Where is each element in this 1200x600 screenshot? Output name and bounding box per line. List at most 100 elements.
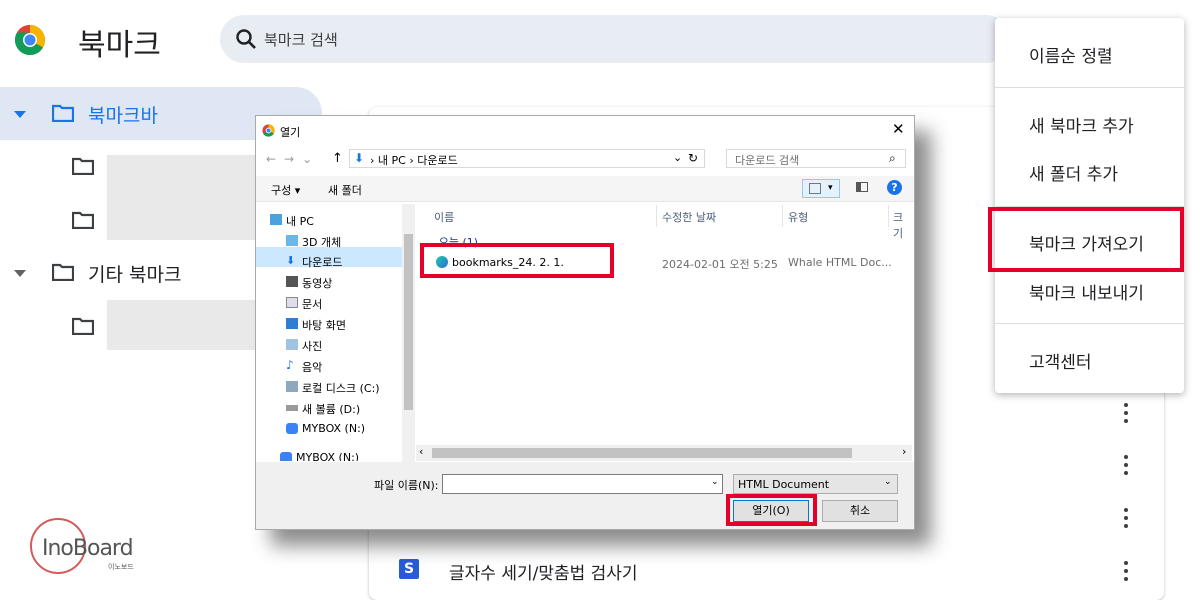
highlight-box xyxy=(988,207,1184,272)
mybox-icon xyxy=(280,452,292,461)
nav-desktop[interactable]: 바탕 화면 xyxy=(286,317,346,333)
breadcrumb-downloads[interactable]: 다운로드 xyxy=(417,154,457,167)
menu-item-add-bookmark[interactable]: 새 북마크 추가 xyxy=(1029,112,1134,137)
desktop-icon xyxy=(286,318,298,329)
column-date[interactable]: 수정한 날짜 xyxy=(662,209,716,225)
horizontal-scrollbar[interactable]: ‹ › xyxy=(416,445,912,461)
search-icon xyxy=(236,29,256,49)
nav-buttons[interactable]: ←→⌄ xyxy=(266,152,320,166)
chevron-down-icon[interactable]: ⌄ xyxy=(673,151,682,164)
filename-label: 파일 이름(N): xyxy=(374,479,439,492)
menu-item-export-bookmarks[interactable]: 북마크 내보내기 xyxy=(1029,279,1144,304)
download-icon: ⬇ xyxy=(286,254,296,267)
redacted-folder-names xyxy=(107,155,267,240)
view-list-icon xyxy=(809,183,821,194)
search-placeholder: 다운로드 검색 xyxy=(735,154,800,167)
folder-icon xyxy=(72,211,94,229)
download-icon: ⬇ xyxy=(354,151,365,165)
help-icon[interactable]: ? xyxy=(887,180,902,195)
refresh-icon[interactable]: ↻ xyxy=(688,151,698,165)
drive-icon xyxy=(286,381,298,392)
cancel-button[interactable]: 취소 xyxy=(822,500,898,522)
chrome-logo-icon xyxy=(14,24,46,56)
redacted-folder-names xyxy=(107,300,267,350)
more-vert-icon[interactable] xyxy=(1124,455,1128,475)
document-icon xyxy=(286,297,298,308)
breadcrumb: › 내 PC › 다운로드 xyxy=(370,154,458,167)
expand-arrow-icon[interactable] xyxy=(14,111,26,118)
search-placeholder: 북마크 검색 xyxy=(264,31,338,49)
chevron-down-icon: ⌄ xyxy=(884,477,892,487)
menu-item-add-folder[interactable]: 새 폴더 추가 xyxy=(1029,160,1118,185)
navigation-pane: 내 PC 3D 개체 ⬇ 다운로드 동영상 문서 바탕 화면 사진 ♪ 음악 로컬 … xyxy=(256,204,416,461)
folder-icon xyxy=(72,157,94,175)
cube-icon xyxy=(286,235,298,246)
column-divider xyxy=(656,205,657,227)
nav-mybox-n[interactable]: MYBOX (N:) xyxy=(286,422,365,435)
chevron-right-icon[interactable]: › xyxy=(902,445,906,458)
drive-icon xyxy=(286,405,298,411)
filetype-select[interactable]: HTML Document ⌄ xyxy=(733,474,898,494)
page-title: 북마크 xyxy=(78,28,161,63)
column-name[interactable]: 이름 xyxy=(434,209,454,225)
scrollbar-thumb[interactable] xyxy=(432,448,852,458)
folder-icon xyxy=(52,104,74,122)
nav-downloads[interactable]: ⬇ 다운로드 xyxy=(286,254,342,270)
more-vert-icon[interactable] xyxy=(1124,561,1128,581)
folder-search-input[interactable]: 다운로드 검색 ⌕ xyxy=(726,149,906,168)
column-divider xyxy=(782,205,783,227)
open-file-dialog: 열기 ✕ ←→⌄ ↑ ⬇ › 내 PC › 다운로드 ⌄ ↻ 다운로드 검색 ⌕… xyxy=(255,115,915,530)
preview-pane-icon[interactable] xyxy=(856,182,868,192)
highlight-box xyxy=(726,494,817,526)
column-type[interactable]: 유형 xyxy=(788,209,808,225)
up-arrow-icon[interactable]: ↑ xyxy=(332,151,343,166)
film-icon xyxy=(286,276,298,287)
address-bar[interactable]: ⬇ › 내 PC › 다운로드 ⌄ ↻ xyxy=(349,149,705,168)
nav-pictures[interactable]: 사진 xyxy=(286,338,322,354)
filename-input[interactable]: ⌄ xyxy=(442,474,723,494)
picture-icon xyxy=(286,339,298,350)
new-folder-button[interactable]: 새 폴더 xyxy=(328,182,362,198)
dialog-title: 열기 xyxy=(280,126,301,139)
nav-videos[interactable]: 동영상 xyxy=(286,275,332,291)
view-options-button[interactable]: ▾ xyxy=(802,179,840,198)
site-favicon: S xyxy=(399,559,419,579)
menu-divider xyxy=(995,323,1184,324)
chrome-logo-icon xyxy=(262,124,275,137)
organize-menu: 이름순 정렬 새 북마크 추가 새 폴더 추가 북마크 가져오기 북마크 내보내… xyxy=(995,18,1184,393)
inoboard-logo: InoBoard 이노보드 xyxy=(28,518,148,578)
highlight-box xyxy=(420,243,614,278)
pc-icon xyxy=(270,214,282,225)
chevron-down-icon[interactable]: ⌄ xyxy=(711,477,719,487)
nav-this-pc[interactable]: 내 PC xyxy=(270,213,314,229)
menu-item-sort-by-name[interactable]: 이름순 정렬 xyxy=(1029,42,1113,67)
file-date: 2024-02-01 오전 5:25 xyxy=(662,258,778,271)
nav-music[interactable]: ♪ 음악 xyxy=(286,359,322,375)
column-size[interactable]: 크기 xyxy=(893,209,912,241)
scrollbar-thumb[interactable] xyxy=(404,234,413,410)
logo-brand: InoBoard xyxy=(42,536,134,561)
sidebar-scrollbar[interactable] xyxy=(402,204,415,462)
more-vert-icon[interactable] xyxy=(1124,403,1128,423)
folder-icon xyxy=(52,263,74,281)
nav-documents[interactable]: 문서 xyxy=(286,296,322,312)
nav-mybox-n-2[interactable]: MYBOX (N:) xyxy=(280,451,359,461)
chevron-left-icon[interactable]: ‹ xyxy=(419,445,423,458)
logo-sub: 이노보드 xyxy=(108,563,134,571)
menu-item-help-center[interactable]: 고객센터 xyxy=(1029,348,1092,373)
organize-button[interactable]: 구성 ▾ xyxy=(271,182,300,198)
nav-3d-objects[interactable]: 3D 개체 xyxy=(286,234,341,250)
tree-label-other-bookmarks[interactable]: 기타 북마크 xyxy=(88,260,181,287)
expand-arrow-icon[interactable] xyxy=(14,270,26,277)
close-icon[interactable]: ✕ xyxy=(892,120,905,138)
search-input[interactable]: 북마크 검색 xyxy=(220,15,1010,63)
breadcrumb-this-pc[interactable]: 내 PC xyxy=(378,154,406,167)
bookmark-title[interactable]: 글자수 세기/맞춤법 검사기 xyxy=(449,559,638,584)
nav-local-disk-c[interactable]: 로컬 디스크 (C:) xyxy=(286,380,380,396)
nav-volume-d[interactable]: 새 볼륨 (D:) xyxy=(286,401,360,417)
folder-icon xyxy=(72,317,94,335)
more-vert-icon[interactable] xyxy=(1124,508,1128,528)
menu-divider xyxy=(995,87,1184,88)
tree-label-bookmarks-bar: 북마크바 xyxy=(88,105,158,127)
file-list-header: 이름 수정한 날짜 유형 크기 xyxy=(416,204,912,240)
